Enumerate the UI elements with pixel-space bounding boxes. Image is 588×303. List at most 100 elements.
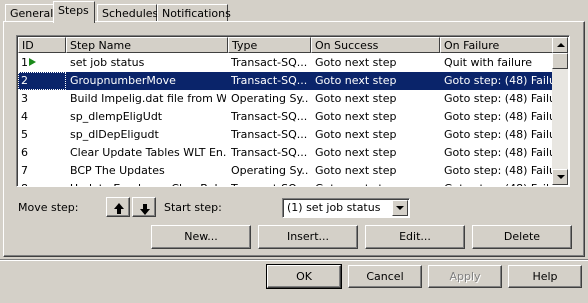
start-step-label: Start step: [164, 201, 222, 214]
step-id-cell: 5 [18, 126, 66, 144]
step-success-cell: Goto next step [315, 110, 397, 123]
start-step-dropdown-button[interactable] [392, 200, 408, 216]
step-failure-cell: Goto step: (48) Failur... [444, 92, 552, 105]
ok-button-label: OK [296, 270, 312, 283]
step-id-cell: 1 [18, 54, 66, 72]
tab-notifications[interactable]: Notifications [157, 4, 231, 22]
step-type-cell: Transact-SQ... [231, 128, 308, 141]
scroll-up-icon [557, 43, 565, 47]
move-step-label: Move step: [18, 201, 79, 214]
arrow-down-icon [140, 204, 150, 215]
column-header-type[interactable]: Type [228, 37, 311, 53]
step-success-cell: Goto next step [315, 92, 397, 105]
step-failure-cell: Goto step: (48) Failur... [444, 182, 552, 186]
step-id: 1 [21, 56, 28, 69]
step-failure-cell: Goto step: (48) Failur... [444, 164, 552, 177]
table-row[interactable]: 4 sp_dlempEligUdt Transact-SQ... Goto next … [18, 108, 553, 126]
tab-label: Steps [58, 4, 89, 17]
move-step-up-button[interactable] [106, 197, 130, 217]
tab-general[interactable]: General [5, 4, 55, 22]
tab-label: Schedules [102, 7, 159, 20]
step-type-cell: Transact-SQ... [231, 110, 308, 123]
column-header-id[interactable]: ID [18, 37, 66, 53]
step-type-cell: Operating Sy... [231, 164, 309, 177]
delete-button-label: Delete [503, 230, 541, 243]
step-id-cell: 4 [18, 108, 66, 126]
step-success-cell: Goto next step [315, 182, 438, 186]
table-row[interactable]: 5 sp_dlDepEligudt Transact-SQ... Goto next … [18, 126, 553, 144]
step-id-cell: 2 [18, 72, 66, 90]
step-type-cell: Transact-SQ... [231, 56, 308, 69]
step-type-cell: Transact-SQ... [231, 182, 309, 186]
apply-button[interactable]: Apply [428, 265, 502, 288]
table-row[interactable]: 8 Update Employee ClassBol... Transact-SQ.… [18, 180, 553, 186]
apply-button-label: Apply [449, 270, 481, 283]
cancel-button[interactable]: Cancel [348, 265, 422, 288]
step-type-cell: Operating Sy... [231, 92, 309, 105]
tab-label: Notifications [162, 7, 231, 20]
step-failure-cell: Goto step: (48) Failur... [444, 74, 552, 87]
chevron-down-icon [396, 206, 404, 210]
table-row[interactable]: 6 Clear Update Tables WLT En... Transact-S… [18, 144, 553, 162]
start-step-value: (1) set job status [287, 201, 381, 214]
edit-button-label: Edit... [399, 230, 431, 243]
step-name-cell: sp_dlempEligUdt [70, 110, 163, 123]
scroll-down-icon [557, 175, 565, 179]
tab-schedules[interactable]: Schedules [97, 4, 159, 22]
scroll-up-button[interactable] [552, 37, 568, 53]
column-header-on-success[interactable]: On Success [311, 37, 440, 53]
cancel-button-label: Cancel [366, 270, 404, 283]
step-name-cell: Build Impelig.dat file from WL... [70, 92, 226, 105]
step-id: 4 [21, 110, 28, 123]
step-success-cell: Goto next step [315, 74, 397, 87]
vertical-scrollbar[interactable] [552, 37, 568, 185]
start-step-select[interactable]: (1) set job status [282, 198, 410, 218]
new-button[interactable]: New... [151, 225, 251, 249]
step-id: 8 [21, 182, 28, 186]
step-name-cell: set job status [70, 56, 145, 69]
tab-label: General [10, 7, 54, 20]
step-id-cell: 8 [18, 180, 66, 186]
scroll-thumb[interactable] [552, 53, 568, 69]
steps-list[interactable]: ID Step Name Type On Success On Failure … [16, 35, 570, 187]
list-rows: 1 set job status Transact-SQ... Goto next s… [18, 54, 553, 186]
help-button-label: Help [532, 270, 558, 283]
step-failure-cell: Goto step: (48) Failur... [444, 128, 552, 141]
step-name-cell: Update Employee ClassBol... [70, 182, 226, 186]
move-step-down-button[interactable] [132, 197, 156, 217]
step-id-cell: 6 [18, 144, 66, 162]
ok-button[interactable]: OK [266, 264, 342, 289]
table-row[interactable]: 7 BCP The Updates Operating Sy... Goto next… [18, 162, 553, 180]
step-id-cell: 7 [18, 162, 66, 180]
step-type-cell: Transact-SQ... [231, 146, 308, 159]
delete-button[interactable]: Delete [472, 225, 572, 249]
help-button[interactable]: Help [508, 265, 582, 288]
step-id: 3 [21, 92, 28, 105]
column-header-step-name[interactable]: Step Name [66, 37, 228, 53]
step-id: 6 [21, 146, 28, 159]
step-name-cell: GroupnumberMove [70, 74, 176, 87]
divider [0, 259, 588, 261]
table-row[interactable]: 3 Build Impelig.dat file from WL... Operat… [18, 90, 553, 108]
edit-button[interactable]: Edit... [365, 225, 465, 249]
table-row[interactable]: 2 GroupnumberMove Transact-SQ... Goto next … [18, 72, 553, 90]
scroll-down-button[interactable] [552, 169, 568, 185]
start-step-flag-icon [29, 58, 36, 66]
step-id: 2 [21, 74, 28, 87]
step-success-cell: Goto next step [315, 146, 397, 159]
tab-steps[interactable]: Steps [53, 1, 95, 23]
new-button-label: New... [184, 230, 218, 243]
step-id-cell: 3 [18, 90, 66, 108]
insert-button-label: Insert... [286, 230, 330, 243]
list-header: ID Step Name Type On Success On Failure [18, 37, 553, 53]
step-name-cell: sp_dlDepEligudt [70, 128, 159, 141]
step-name-cell: Clear Update Tables WLT En... [70, 146, 226, 159]
insert-button[interactable]: Insert... [258, 225, 358, 249]
step-failure-cell: Quit with failure [444, 56, 533, 69]
column-header-on-failure[interactable]: On Failure [440, 37, 553, 53]
step-success-cell: Goto next step [315, 128, 397, 141]
arrow-up-icon [114, 203, 124, 214]
step-id: 7 [21, 164, 28, 177]
step-success-cell: Goto next step [315, 56, 397, 69]
table-row[interactable]: 1 set job status Transact-SQ... Goto next s… [18, 54, 553, 72]
